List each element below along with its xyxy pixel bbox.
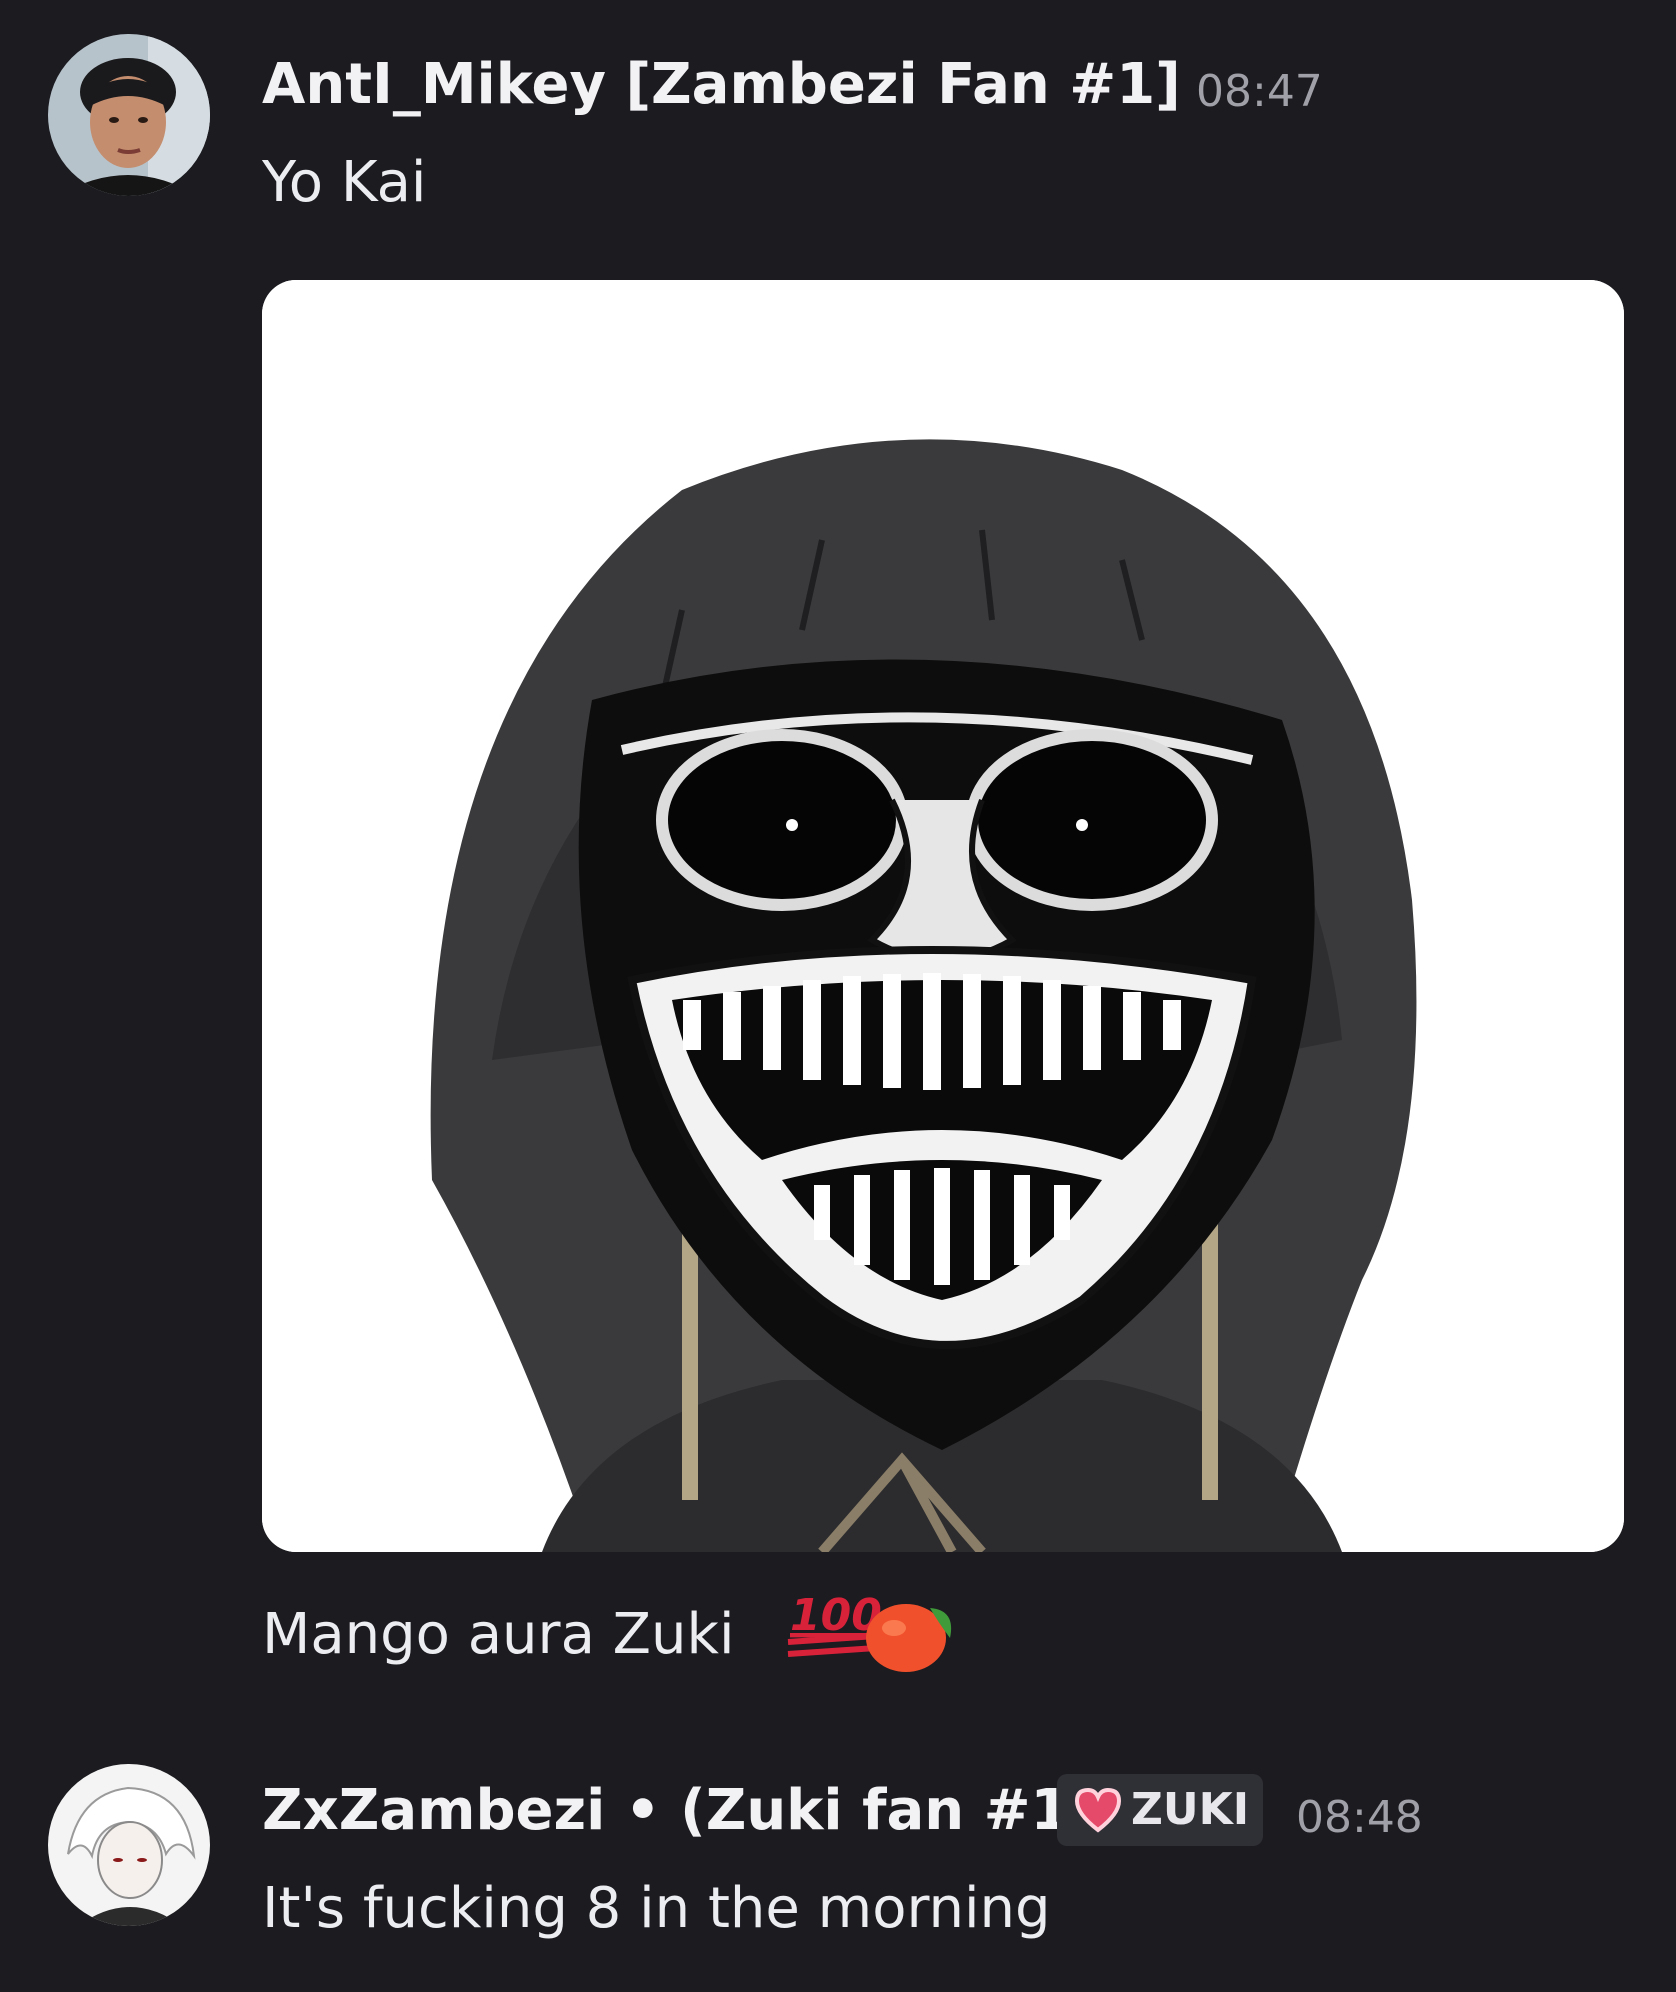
message-author[interactable]: AntI_Mikey [Zambezi Fan #1] <box>262 52 1181 117</box>
image-attachment[interactable] <box>262 280 1624 1552</box>
message-text: Yo Kai <box>262 150 427 215</box>
message-text: It's fucking 8 in the morning <box>262 1876 1051 1941</box>
avatar-zxzambezi[interactable] <box>48 1764 210 1926</box>
mango-emoji <box>860 1592 960 1676</box>
heart-icon <box>1074 1787 1122 1833</box>
troll-face-image <box>262 280 1624 1552</box>
server-tag-label: ZUKI <box>1131 1784 1250 1835</box>
message-caption: Mango aura Zuki <box>262 1602 735 1667</box>
message-timestamp: 08:48 <box>1296 1792 1423 1843</box>
message-author[interactable]: ZxZambezi • (Zuki fan #1) <box>262 1778 1095 1843</box>
avatar-anti-mikey[interactable] <box>48 34 210 196</box>
server-tag-badge[interactable]: ZUKI <box>1057 1774 1263 1846</box>
message-timestamp: 08:47 <box>1196 66 1323 117</box>
